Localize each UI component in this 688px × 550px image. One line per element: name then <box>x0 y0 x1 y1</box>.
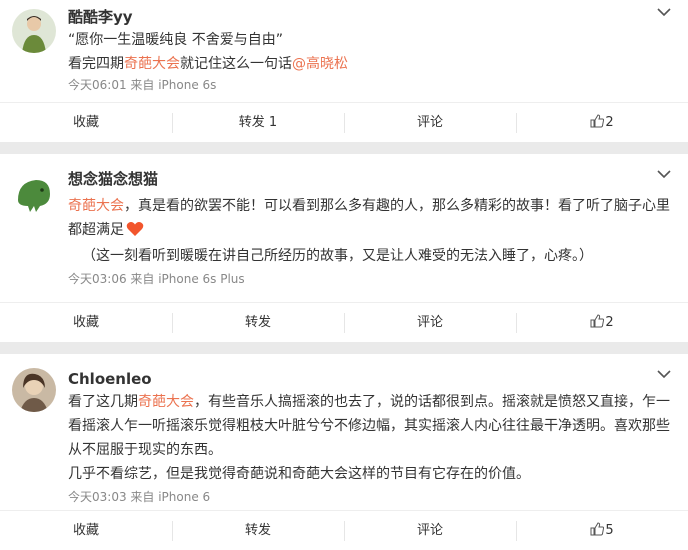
thumbs-up-icon <box>590 313 605 327</box>
like-count: 2 <box>605 114 614 130</box>
heart-emoji-icon <box>126 222 144 236</box>
comment-line: 都超满足 <box>68 218 688 242</box>
timestamp-source: 今天03:06 来自 iPhone 6s Plus <box>68 272 245 286</box>
comment-line: 看了这几期奇葩大会，有些音乐人搞摇滚的也去了，说的话都很到点。摇滚就是愤怒又直接… <box>68 390 688 414</box>
topic-link[interactable]: 奇葩大会 <box>124 56 180 72</box>
action-bar: 收藏 转发 评论 2 <box>0 302 688 342</box>
comment-line: （这一刻看听到暖暖在讲自己所经历的故事，又是让人难受的无法入睡了，心疼。） <box>68 244 688 268</box>
comment-button[interactable]: 评论 <box>344 511 516 550</box>
repost-button[interactable]: 转发 1 <box>172 103 344 143</box>
comment-text: ，有些音乐人搞摇滚的也去了，说的话都很到点。摇滚就是愤怒又直接，乍一 <box>194 394 670 410</box>
thumbs-up-icon <box>590 113 605 127</box>
comment-text: （这一刻看听到暖暖在讲自己所经历的故事，又是让人难受的无法入睡了，心疼。） <box>82 248 593 264</box>
comment-text: 几乎不看综艺，但是我觉得奇葩说和奇葩大会这样的节目有它存在的价值。 <box>68 466 530 482</box>
comment-feed: 酷酷李yy “愿你一生温暖纯良 不舍爱与自由” 看完四期奇葩大会就记住这么一句话… <box>0 0 688 550</box>
avatar[interactable] <box>12 170 56 214</box>
mention-link[interactable]: @高晓松 <box>292 56 348 72</box>
comment-button[interactable]: 评论 <box>344 303 516 343</box>
username[interactable]: 酷酷李yy <box>68 6 688 28</box>
like-button[interactable]: 5 <box>516 511 688 550</box>
chevron-down-icon[interactable] <box>656 6 672 18</box>
comment-button[interactable]: 评论 <box>344 103 516 143</box>
comment-text: 看完四期 <box>68 56 124 72</box>
topic-link[interactable]: 奇葩大会 <box>68 198 124 214</box>
thumbs-up-icon <box>590 521 605 535</box>
comment-card: 酷酷李yy “愿你一生温暖纯良 不舍爱与自由” 看完四期奇葩大会就记住这么一句话… <box>0 0 688 142</box>
collect-button[interactable]: 收藏 <box>0 511 172 550</box>
comment-text: 就记住这么一句话 <box>180 56 292 72</box>
chevron-down-icon[interactable] <box>656 168 672 180</box>
avatar[interactable] <box>12 368 56 412</box>
timestamp-source: 今天03:03 来自 iPhone 6 <box>68 490 211 504</box>
like-button[interactable]: 2 <box>516 103 688 143</box>
comment-line: 几乎不看综艺，但是我觉得奇葩说和奇葩大会这样的节目有它存在的价值。 <box>68 462 688 486</box>
comment-line: 看完四期奇葩大会就记住这么一句话@高晓松 <box>68 52 688 76</box>
comment-text: 看了这几期 <box>68 394 138 410</box>
comment-text: 都超满足 <box>68 222 124 238</box>
comment-line: 从不屈服于现实的东西。 <box>68 438 688 462</box>
like-count: 5 <box>605 522 614 538</box>
repost-button[interactable]: 转发 <box>172 303 344 343</box>
username[interactable]: 想念猫念想猫 <box>68 168 688 190</box>
topic-link[interactable]: 奇葩大会 <box>138 394 194 410</box>
like-button[interactable]: 2 <box>516 303 688 343</box>
comment-text: “愿你一生温暖纯良 不舍爱与自由” <box>68 32 283 48</box>
comment-text: 看摇滚人乍一听摇滚乐觉得粗枝大叶脏兮兮不修边幅，其实摇滚人内心往往最干净透明。喜… <box>68 418 670 434</box>
comment-line: 看摇滚人乍一听摇滚乐觉得粗枝大叶脏兮兮不修边幅，其实摇滚人内心往往最干净透明。喜… <box>68 414 688 438</box>
comment-card: 想念猫念想猫 奇葩大会，真是看的欲罢不能！可以看到那么多有趣的人，那么多精彩的故… <box>0 154 688 342</box>
comment-line: “愿你一生温暖纯良 不舍爱与自由” <box>68 28 688 52</box>
username[interactable]: Chloenleo <box>68 368 688 390</box>
comment-line: 奇葩大会，真是看的欲罢不能！可以看到那么多有趣的人，那么多精彩的故事！看了听了脑… <box>68 194 688 218</box>
like-count: 2 <box>605 314 614 330</box>
timestamp-source: 今天06:01 来自 iPhone 6s <box>68 78 217 92</box>
action-bar: 收藏 转发 评论 5 <box>0 510 688 550</box>
avatar[interactable] <box>12 9 56 53</box>
repost-button[interactable]: 转发 <box>172 511 344 550</box>
collect-button[interactable]: 收藏 <box>0 303 172 343</box>
comment-text: ，真是看的欲罢不能！可以看到那么多有趣的人，那么多精彩的故事！看了听了脑子心里 <box>124 198 670 214</box>
comment-card: Chloenleo 看了这几期奇葩大会，有些音乐人搞摇滚的也去了，说的话都很到点… <box>0 354 688 550</box>
comment-text: 从不屈服于现实的东西。 <box>68 442 222 458</box>
collect-button[interactable]: 收藏 <box>0 103 172 143</box>
chevron-down-icon[interactable] <box>656 368 672 380</box>
action-bar: 收藏 转发 1 评论 2 <box>0 102 688 142</box>
